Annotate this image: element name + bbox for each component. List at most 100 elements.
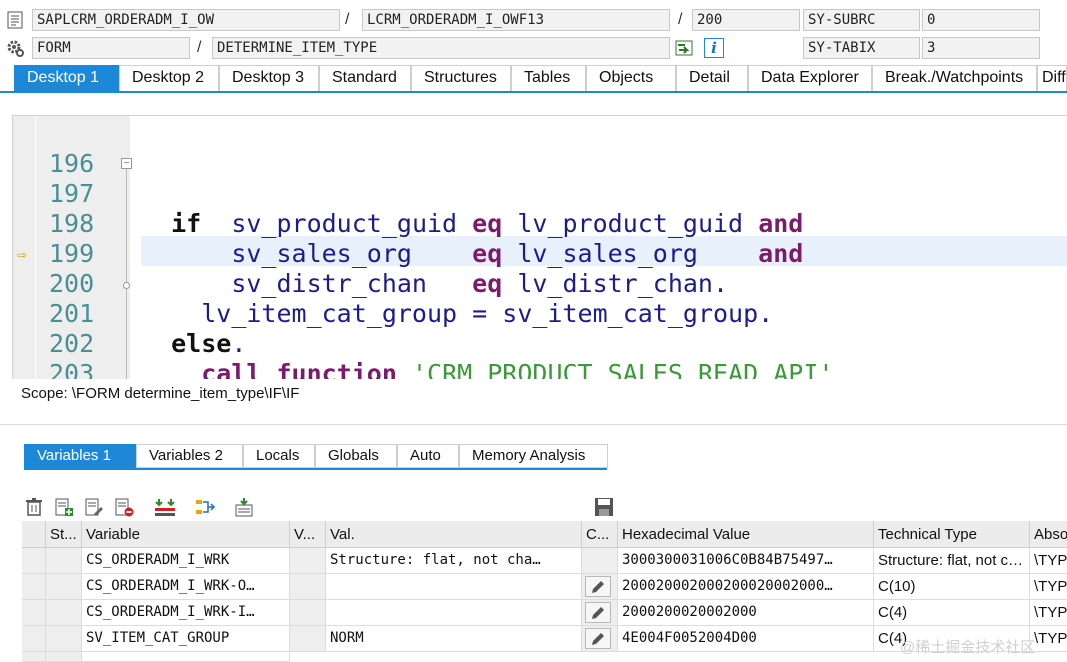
edit-pencil-icon[interactable] — [585, 602, 611, 623]
divider[interactable] — [0, 424, 1067, 425]
edit-pencil-icon[interactable] — [585, 576, 611, 597]
status-cell — [46, 600, 82, 626]
change-cell — [582, 600, 618, 626]
sysfield-label-2: SY-TABIX — [803, 37, 920, 59]
tab-diff[interactable]: Diff — [1037, 65, 1067, 91]
tab-globals[interactable]: Globals — [315, 444, 397, 468]
separator: / — [345, 11, 350, 28]
source-code-editor[interactable]: ⇨ − 196 197 if sv_product_guid eq lv_pro… — [12, 115, 1067, 379]
tab-data-explorer[interactable]: Data Explorer — [748, 65, 872, 91]
type-cell: C(10) — [874, 574, 1030, 600]
column-header[interactable]: Hexadecimal Value — [618, 521, 874, 548]
insert-icon[interactable] — [154, 497, 175, 517]
program-icon — [4, 9, 26, 31]
value-cell[interactable] — [326, 600, 582, 626]
tab-locals[interactable]: Locals — [243, 444, 315, 468]
table-row[interactable]: CS_ORDERADM_I_WRK-O… 2000200020002000200… — [22, 574, 1067, 600]
value-cell[interactable] — [326, 574, 582, 600]
code-line-current: 200 lv_item_cat_group = sv_item_cat_grou… — [13, 239, 1067, 328]
v-cell — [290, 600, 326, 626]
transfer-icon[interactable] — [194, 497, 216, 517]
navigate-source-icon[interactable] — [674, 38, 694, 58]
sysfield-value-1[interactable]: 0 — [922, 9, 1040, 31]
variable-cell[interactable]: CS_ORDERADM_I_WRK-O… — [82, 574, 290, 600]
tab-structures[interactable]: Structures — [411, 65, 511, 91]
delete-variable-icon[interactable] — [114, 497, 134, 517]
edit-variable-icon[interactable] — [84, 497, 104, 517]
tab-auto[interactable]: Auto — [397, 444, 459, 468]
tab-standard[interactable]: Standard — [319, 65, 411, 91]
tab-tables[interactable]: Tables — [511, 65, 586, 91]
sysfield-value-2[interactable]: 3 — [922, 37, 1040, 59]
tab-variables-2[interactable]: Variables 2 — [136, 444, 243, 468]
info-icon[interactable]: i — [704, 38, 724, 58]
status-cell — [46, 652, 82, 662]
code-line: 204 i_product_guid = lv_product_guid — [13, 359, 1067, 379]
export-icon[interactable] — [234, 497, 254, 517]
tab-variables-1[interactable]: Variables 1 — [24, 444, 136, 468]
tab-desktop-3[interactable]: Desktop 3 — [219, 65, 319, 91]
abs-type-cell: \TYPE — [1030, 574, 1067, 600]
delete-icon[interactable] — [24, 497, 44, 517]
code-line: 201 else. — [13, 269, 1067, 358]
row-selector[interactable] — [22, 600, 46, 626]
separator: / — [678, 11, 683, 28]
include-field[interactable]: LCRM_ORDERADM_I_OWF13 — [362, 9, 670, 31]
hex-cell: 3000300031006C0B84B75497… — [618, 548, 874, 574]
row-selector[interactable] — [22, 574, 46, 600]
variable-tabs: Variables 1 Variables 2 Locals Globals A… — [24, 444, 608, 468]
variable-cell[interactable]: SV_ITEM_CAT_GROUP — [82, 626, 290, 652]
desktop-tabs: Desktop 1 Desktop 2 Desktop 3 Standard S… — [14, 65, 1067, 91]
value-cell[interactable]: Structure: flat, not cha… — [326, 548, 582, 574]
event-type-field[interactable]: FORM — [32, 37, 190, 59]
column-header[interactable]: C... — [582, 521, 618, 548]
v-cell — [290, 574, 326, 600]
tab-memory-analysis[interactable]: Memory Analysis — [459, 444, 608, 468]
value-cell[interactable]: NORM — [326, 626, 582, 652]
hex-cell: 200020002000200020002000… — [618, 574, 874, 600]
tab-objects[interactable]: Objects — [586, 65, 676, 91]
column-header[interactable]: Technical Type — [874, 521, 1030, 548]
column-header[interactable]: Val. — [326, 521, 582, 548]
code-line: 198 sv_sales_org eq lv_sales_org and — [13, 179, 1067, 268]
program-field[interactable]: SAPLCRM_ORDERADM_I_OW — [32, 9, 340, 31]
gear-icon — [4, 37, 26, 59]
edit-pencil-icon[interactable] — [585, 628, 611, 649]
variable-cell[interactable]: CS_ORDERADM_I_WRK — [82, 548, 290, 574]
change-cell — [582, 626, 618, 652]
tab-desktop-1[interactable]: Desktop 1 — [14, 65, 119, 91]
save-icon[interactable] — [594, 497, 614, 517]
column-header[interactable]: Abso — [1030, 521, 1067, 548]
tab-breakpoints[interactable]: Break./Watchpoints — [872, 65, 1037, 91]
change-cell — [582, 548, 618, 574]
new-variable-icon[interactable] — [54, 497, 74, 517]
scope-label: Scope: \FORM determine_item_type\IF\IF — [21, 385, 300, 402]
table-row[interactable]: CS_ORDERADM_I_WRK Structure: flat, not c… — [22, 548, 1067, 574]
hex-cell: 4E004F0052004D00 — [618, 626, 874, 652]
column-header[interactable]: St... — [46, 521, 82, 548]
change-cell — [582, 574, 618, 600]
hex-cell: 2000200020002000 — [618, 600, 874, 626]
code-line: 196 — [13, 119, 1067, 178]
separator: / — [197, 39, 202, 56]
tab-underline — [0, 91, 1067, 93]
tab-detail[interactable]: Detail — [676, 65, 748, 91]
row-selector-header[interactable] — [22, 521, 46, 548]
watermark: @稀土掘金技术社区 — [900, 639, 1036, 656]
table-row[interactable]: CS_ORDERADM_I_WRK-I… 2000200020002000 C(… — [22, 600, 1067, 626]
sysfield-label-1: SY-SUBRC — [803, 9, 920, 31]
abs-type-cell: \TYPE — [1030, 548, 1067, 574]
row-selector[interactable] — [22, 548, 46, 574]
row-selector[interactable] — [22, 626, 46, 652]
event-name-field[interactable]: DETERMINE_ITEM_TYPE — [212, 37, 670, 59]
v-cell — [290, 626, 326, 652]
tab-desktop-2[interactable]: Desktop 2 — [119, 65, 219, 91]
row-selector — [22, 652, 46, 662]
status-cell — [46, 626, 82, 652]
column-header[interactable]: Variable — [82, 521, 290, 548]
variable-cell[interactable]: CS_ORDERADM_I_WRK-I… — [82, 600, 290, 626]
code-line: 199 sv_distr_chan eq lv_distr_chan. — [13, 209, 1067, 298]
line-field[interactable]: 200 — [692, 9, 800, 31]
variable-cell[interactable] — [82, 652, 290, 662]
column-header[interactable]: V... — [290, 521, 326, 548]
